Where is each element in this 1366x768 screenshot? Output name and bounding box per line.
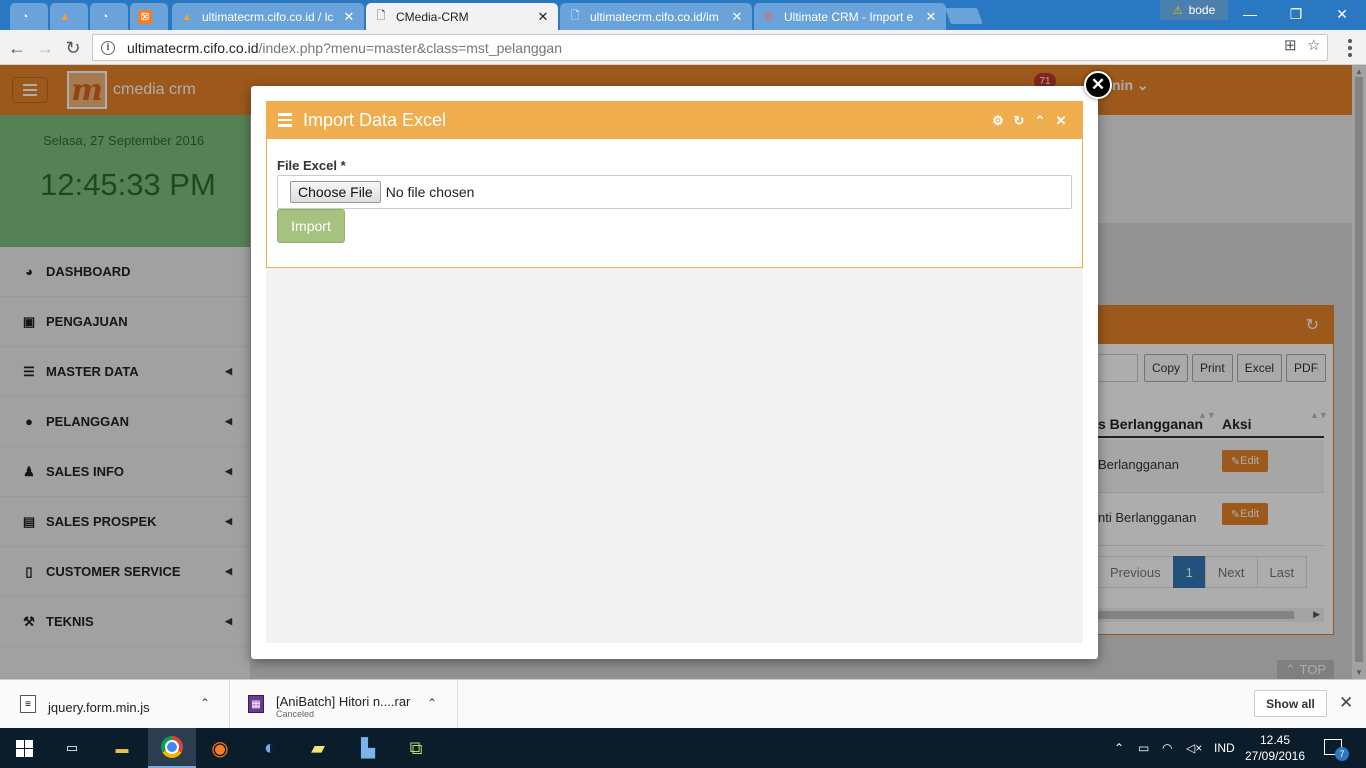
url-host: ultimatecrm.cifo.co.id [127, 39, 259, 56]
windows-taskbar: ▭ ▬ ◉ ◐ ▰ ▙ ⧉ ⌃ ▭ ◠ ◁× IND 12.45 27/09/2… [0, 728, 1366, 768]
browser-tab-active[interactable]: 🗋 CMedia-CRM ✕ [366, 3, 558, 30]
import-box-header: Import Data Excel ⚙ ↻ ⌃ ✕ [267, 102, 1082, 139]
language-indicator[interactable]: IND [1214, 728, 1235, 768]
file-excel-label: File Excel * [277, 158, 346, 173]
back-arrow-icon[interactable]: ← [5, 36, 29, 60]
clock-time: 12.45 [1259, 733, 1291, 747]
profile-name: bode [1188, 3, 1216, 17]
reload-icon[interactable]: ↻ [61, 36, 85, 60]
tab-title: ultimatecrm.cifo.co.id / lc [202, 9, 334, 24]
close-tab-icon[interactable]: ✕ [536, 9, 550, 25]
browser-tab-4[interactable]: ⊠ [130, 3, 168, 30]
warning-icon: ⚠ [1172, 4, 1183, 17]
clock-date: 27/09/2016 [1244, 749, 1306, 763]
close-tab-icon[interactable]: ✕ [730, 9, 744, 25]
system-clock[interactable]: 12.45 27/09/2016 [1244, 732, 1306, 764]
download-item[interactable]: ≡ jquery.form.min.js ⌃ [0, 680, 230, 728]
chrome-icon[interactable] [148, 728, 196, 768]
browser-tab-8[interactable]: ✿ Ultimate CRM - Import e ✕ [754, 3, 946, 30]
gauge-icon: ◔ [21, 10, 29, 23]
browser-tab-7[interactable]: 🗋 ultimatecrm.cifo.co.id/im ✕ [560, 3, 752, 30]
tab-title: ultimatecrm.cifo.co.id/im [590, 9, 719, 24]
import-modal: Import Data Excel ⚙ ↻ ⌃ ✕ File Excel * C… [251, 86, 1098, 659]
browser-tab-3[interactable]: ◔ [90, 3, 128, 30]
download-item[interactable]: ▦ [AniBatch] Hitori n....rar Canceled ⌃ [230, 680, 458, 728]
tab-title: Ultimate CRM - Import e [784, 9, 914, 24]
profile-button[interactable]: ⚠ bode [1160, 0, 1228, 20]
url-path: /index.php?menu=master&class=mst_pelangg… [258, 39, 563, 56]
import-button[interactable]: Import [277, 209, 345, 243]
modal-body: Import Data Excel ⚙ ↻ ⌃ ✕ File Excel * C… [266, 101, 1083, 643]
translate-icon[interactable]: ⊞ [1284, 36, 1297, 54]
battery-icon[interactable]: ▭ [1138, 728, 1149, 768]
window-close-icon[interactable]: ✕ [1319, 0, 1365, 28]
wifi-icon[interactable]: ◠ [1162, 728, 1172, 768]
modal-title: Import Data Excel [303, 110, 447, 130]
thunderbird-icon[interactable]: ◐ [246, 728, 294, 768]
browser-tab-bar: ◔ ▲ ◔ ⊠ ▲ ultimatecrm.cifo.co.id / lc ✕ … [0, 0, 1366, 30]
browser-tab-1[interactable]: ◔ [10, 3, 48, 30]
browser-menu-icon[interactable] [1340, 36, 1360, 60]
show-hidden-icons[interactable]: ⌃ [1114, 728, 1124, 768]
browser-tab-5[interactable]: ▲ ultimatecrm.cifo.co.id / lc ✕ [172, 3, 364, 30]
file-input[interactable]: Choose File No file chosen [277, 175, 1072, 209]
file-status-text: No file chosen [385, 184, 475, 200]
url-input[interactable]: i ultimatecrm.cifo.co.id /index.php?menu… [92, 34, 1328, 61]
sticky-notes-icon[interactable]: ▰ [294, 728, 342, 768]
rar-file-icon: ▦ [248, 695, 264, 713]
bookmark-star-icon[interactable]: ☆ [1307, 36, 1320, 54]
file-explorer-icon[interactable]: ▬ [98, 728, 146, 768]
download-status: Canceled [276, 709, 315, 719]
pma-icon: ▲ [59, 10, 71, 23]
close-icon[interactable]: ✕ [1053, 113, 1069, 129]
gauge-icon: ◔ [101, 10, 109, 23]
menu-bars-icon [278, 113, 292, 127]
browser-tab-2[interactable]: ▲ [50, 3, 88, 30]
restore-icon[interactable]: ❐ [1273, 0, 1319, 28]
close-tab-icon[interactable]: ✕ [924, 9, 938, 25]
page-icon: 🗋 [376, 10, 386, 22]
app-icon: ✿ [764, 11, 774, 23]
volume-muted-icon[interactable]: ◁× [1186, 728, 1202, 768]
download-name: jquery.form.min.js [48, 700, 150, 715]
tab-title: CMedia-CRM [396, 9, 469, 24]
forward-arrow-icon[interactable]: → [33, 36, 57, 60]
show-all-button[interactable]: Show all [1254, 690, 1327, 717]
chevron-up-icon[interactable]: ⌃ [1032, 113, 1048, 129]
chevron-up-icon[interactable]: ⌃ [200, 696, 210, 710]
close-shelf-icon[interactable]: ✕ [1339, 693, 1353, 713]
choose-file-button[interactable]: Choose File [290, 181, 381, 203]
network-app-icon[interactable]: ⧉ [392, 728, 440, 768]
import-box: Import Data Excel ⚙ ↻ ⌃ ✕ File Excel * C… [266, 101, 1083, 268]
download-shelf: ≡ jquery.form.min.js ⌃ ▦ [AniBatch] Hito… [0, 679, 1366, 728]
info-icon[interactable]: i [101, 40, 115, 55]
gear-icon[interactable]: ⚙ [990, 113, 1006, 129]
minimize-icon[interactable]: — [1227, 0, 1273, 28]
app-icon[interactable]: ▙ [344, 728, 392, 768]
refresh-icon[interactable]: ↻ [1011, 113, 1027, 129]
close-tab-icon[interactable]: ✕ [342, 9, 356, 25]
new-tab-button[interactable] [945, 8, 983, 24]
chevron-up-icon[interactable]: ⌃ [427, 696, 437, 710]
xampp-icon: ⊠ [138, 9, 152, 24]
js-file-icon: ≡ [20, 695, 36, 713]
task-view-icon[interactable]: ▭ [48, 728, 96, 768]
address-toolbar: ← → ↻ i ultimatecrm.cifo.co.id /index.ph… [0, 30, 1366, 65]
start-button[interactable] [0, 728, 48, 768]
firefox-icon[interactable]: ◉ [196, 728, 244, 768]
notification-count-badge: 7 [1335, 747, 1349, 761]
windows-logo-icon [15, 739, 33, 757]
download-name: [AniBatch] Hitori n....rar [276, 694, 411, 709]
pma-icon: ▲ [181, 10, 193, 23]
page-icon: 🗋 [570, 10, 580, 22]
action-center-icon[interactable]: 7 [1324, 739, 1349, 761]
modal-close-icon[interactable]: ✕ [1084, 71, 1112, 99]
